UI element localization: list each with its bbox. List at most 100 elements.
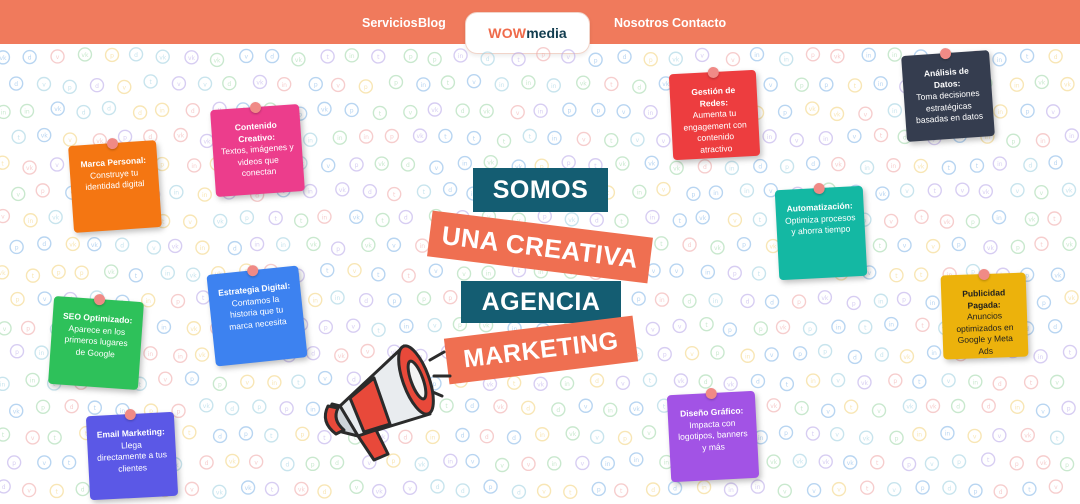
svg-text:vk: vk bbox=[633, 406, 641, 413]
social-icon: vk bbox=[240, 480, 256, 495]
social-icon: in bbox=[156, 319, 172, 335]
svg-text:p: p bbox=[489, 484, 493, 491]
social-icon: d bbox=[455, 427, 470, 443]
social-icon: in bbox=[25, 372, 40, 388]
svg-text:d: d bbox=[404, 215, 408, 222]
svg-text:t: t bbox=[948, 165, 951, 172]
nav-link-blog[interactable]: Blog bbox=[418, 16, 446, 30]
svg-text:vk: vk bbox=[431, 107, 439, 114]
nav-link-contacto[interactable]: Contacto bbox=[672, 16, 726, 30]
svg-text:in: in bbox=[462, 161, 468, 168]
social-icon: v bbox=[330, 77, 346, 93]
social-icon: p bbox=[896, 291, 912, 307]
svg-text:t: t bbox=[423, 189, 426, 196]
svg-text:p: p bbox=[1011, 138, 1015, 145]
social-icon: vk bbox=[1036, 455, 1051, 470]
social-icon: t bbox=[0, 427, 11, 442]
social-icon: in bbox=[645, 209, 660, 225]
social-icon: vk bbox=[533, 376, 548, 392]
svg-text:in: in bbox=[458, 53, 464, 60]
svg-text:v: v bbox=[678, 324, 682, 331]
svg-text:vk: vk bbox=[172, 243, 180, 250]
note-analisis-datos[interactable]: Análisis de Datos: Toma decisiones estra… bbox=[901, 47, 995, 142]
svg-text:in: in bbox=[998, 109, 1004, 116]
svg-text:v: v bbox=[203, 81, 207, 88]
svg-text:v: v bbox=[177, 81, 181, 88]
svg-text:p: p bbox=[448, 295, 452, 302]
social-icon: d bbox=[847, 349, 863, 365]
note-automatizacion[interactable]: Automatización: Optimiza procesos y ahor… bbox=[774, 182, 868, 281]
social-icon: p bbox=[643, 52, 658, 67]
social-icon: p bbox=[753, 321, 769, 336]
note-email-marketing[interactable]: Email Marketing: Llega directamente a tu… bbox=[85, 408, 179, 501]
svg-text:v: v bbox=[471, 459, 475, 466]
social-icon: v bbox=[456, 266, 472, 281]
social-icon: v bbox=[820, 403, 836, 419]
note-publicidad-pagada[interactable]: Publicidad Pagada: Anuncios optimizados … bbox=[940, 268, 1029, 360]
note-seo-optimizado[interactable]: SEO Optimizado: Aparece en los primeros … bbox=[48, 293, 144, 391]
svg-text:p: p bbox=[245, 215, 249, 222]
svg-text:t: t bbox=[68, 460, 71, 467]
social-icon: d bbox=[1048, 49, 1063, 64]
svg-text:in: in bbox=[783, 57, 789, 64]
social-icon: in bbox=[546, 78, 561, 93]
social-icon: t bbox=[613, 483, 629, 498]
social-icon: vk bbox=[805, 101, 820, 116]
social-icon: vk bbox=[252, 74, 268, 90]
note-gestion-redes[interactable]: Gestión de Redes: Aumenta tu engagement … bbox=[668, 66, 761, 161]
svg-text:vk: vk bbox=[295, 57, 303, 64]
social-icon: t bbox=[1022, 481, 1037, 496]
social-icon: p bbox=[384, 128, 400, 144]
note-estrategia-digital[interactable]: Estrategia Digital: Contamos la historia… bbox=[206, 264, 308, 367]
svg-text:d: d bbox=[517, 489, 521, 496]
social-icon: p bbox=[657, 346, 672, 362]
social-icon: d bbox=[222, 76, 237, 91]
social-icon: vk bbox=[199, 398, 214, 413]
note-diseno-grafico[interactable]: Diseño Gráfico: Impacta con logotipos, b… bbox=[666, 387, 760, 483]
svg-text:in: in bbox=[281, 82, 287, 89]
social-icon: t bbox=[912, 374, 927, 389]
svg-text:vk: vk bbox=[190, 272, 198, 279]
social-icon: t bbox=[969, 158, 985, 173]
social-icon: in bbox=[818, 131, 834, 146]
social-icon: v bbox=[684, 345, 700, 361]
svg-text:vk: vk bbox=[203, 403, 211, 410]
svg-text:d: d bbox=[688, 242, 692, 249]
svg-text:p: p bbox=[716, 350, 720, 357]
social-icon: d bbox=[750, 373, 766, 389]
social-icon: v bbox=[641, 425, 657, 440]
note-marca-personal[interactable]: Marca Personal: Construye tu identidad d… bbox=[68, 137, 162, 233]
svg-text:t: t bbox=[202, 295, 205, 302]
social-icon: in bbox=[344, 48, 360, 63]
social-icon: d bbox=[589, 373, 605, 388]
svg-text:in: in bbox=[823, 136, 829, 143]
svg-text:d: d bbox=[987, 403, 991, 410]
svg-text:vk: vk bbox=[26, 165, 34, 172]
social-icon: in bbox=[186, 158, 202, 173]
svg-text:p: p bbox=[364, 84, 368, 91]
nav-link-nosotros[interactable]: Nosotros bbox=[614, 16, 669, 30]
svg-text:t: t bbox=[407, 273, 410, 280]
social-icon: p bbox=[617, 430, 633, 446]
pin-icon bbox=[977, 268, 990, 281]
svg-text:p: p bbox=[257, 404, 261, 411]
nav-link-servicios[interactable]: Servicios bbox=[362, 16, 418, 30]
svg-text:in: in bbox=[930, 300, 936, 307]
social-icon: d bbox=[455, 103, 470, 118]
svg-text:t: t bbox=[271, 487, 274, 494]
svg-text:p: p bbox=[80, 270, 84, 277]
svg-text:in: in bbox=[254, 242, 260, 249]
social-icon: v bbox=[25, 430, 40, 445]
svg-text:p: p bbox=[811, 52, 815, 59]
social-icon: p bbox=[9, 239, 24, 255]
svg-text:vk: vk bbox=[256, 80, 264, 87]
svg-text:t: t bbox=[879, 243, 882, 250]
svg-text:p: p bbox=[824, 82, 828, 89]
note-contenido-creativo[interactable]: Contenido Creativo: Textos, imágenes y v… bbox=[210, 101, 305, 197]
social-icon: in bbox=[654, 292, 670, 307]
svg-text:p: p bbox=[110, 53, 114, 60]
social-icon: v bbox=[117, 79, 132, 95]
svg-text:t: t bbox=[135, 273, 138, 280]
social-icon: vk bbox=[185, 267, 201, 282]
svg-text:vk: vk bbox=[619, 161, 627, 168]
